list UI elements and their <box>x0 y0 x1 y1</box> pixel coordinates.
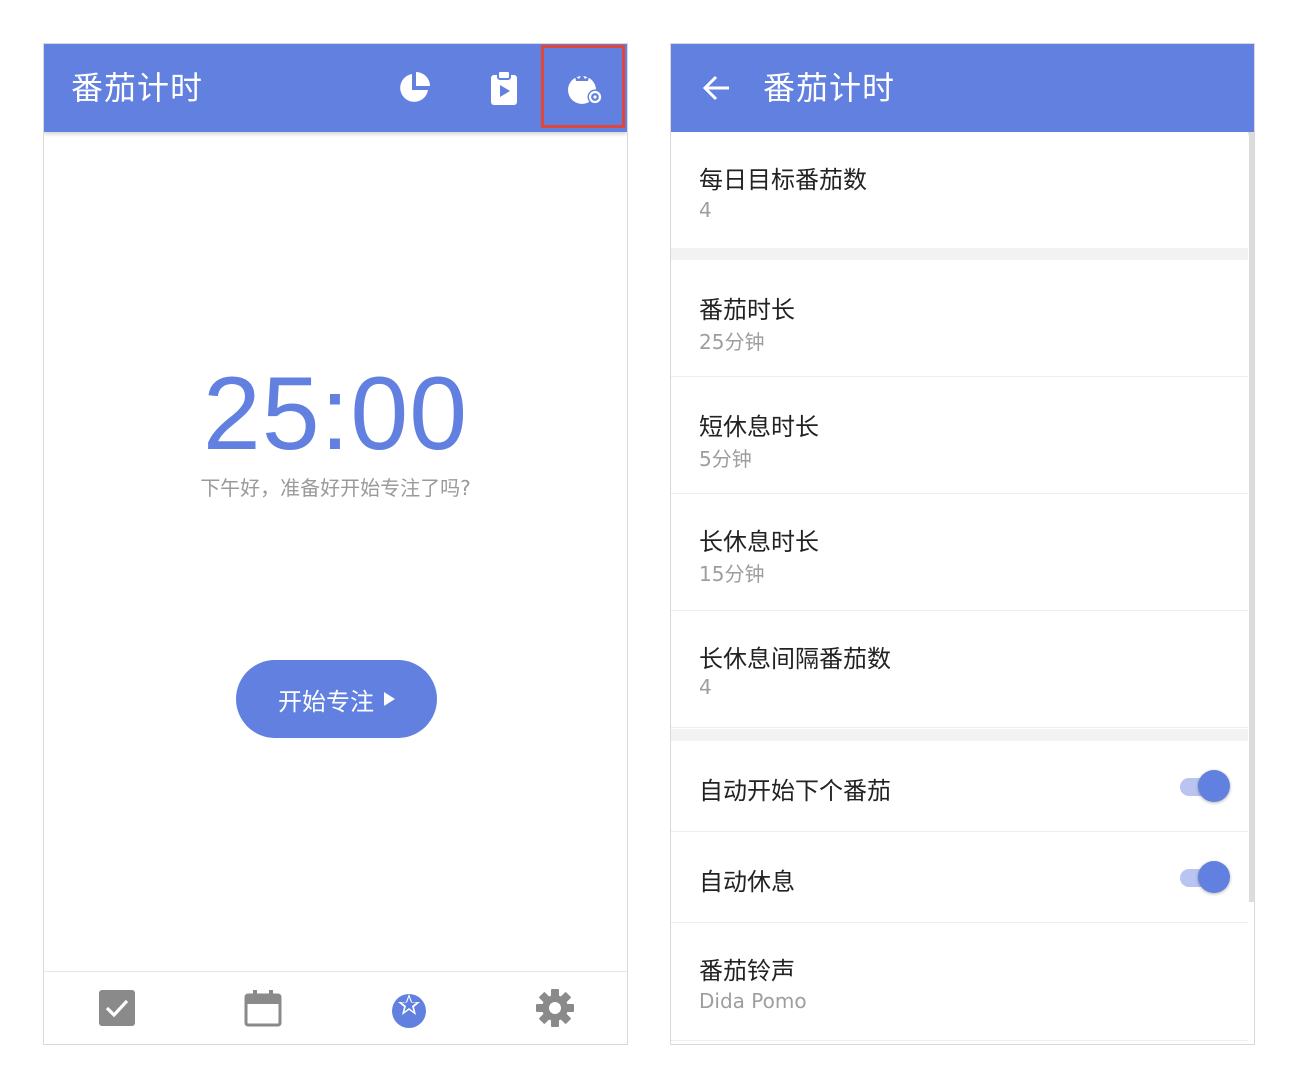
calendar-icon <box>244 990 282 1027</box>
statistics-button[interactable] <box>392 66 436 110</box>
gear-icon <box>536 989 574 1027</box>
clipboard-play-icon <box>491 70 517 105</box>
setting-value: 4 <box>699 198 712 222</box>
app-bar: 番茄计时 <box>44 44 627 132</box>
bottom-nav <box>44 971 627 1044</box>
app-bar: 番茄计时 <box>671 44 1254 132</box>
nav-tasks[interactable] <box>95 986 139 1030</box>
greeting-text: 下午好，准备好开始专注了吗? <box>200 476 471 500</box>
section-divider <box>671 729 1248 741</box>
setting-short-break[interactable]: 短休息时长 5分钟 <box>671 377 1248 494</box>
setting-ringtone[interactable]: 番茄铃声 Dida Pomo <box>671 923 1248 1041</box>
setting-label: 短休息时长 <box>699 413 819 441</box>
setting-value: 4 <box>699 675 712 699</box>
setting-value: Dida Pomo <box>699 989 807 1013</box>
setting-auto-start-next[interactable]: 自动开始下个番茄 <box>671 741 1248 832</box>
auto-break-toggle[interactable] <box>1178 860 1230 894</box>
back-arrow-icon <box>702 75 729 101</box>
play-icon <box>384 692 395 706</box>
toggle-knob <box>1198 770 1230 802</box>
page-title: 番茄计时 <box>763 69 896 107</box>
start-focus-button[interactable]: 开始专注 <box>236 660 437 738</box>
setting-pomo-duration[interactable]: 番茄时长 25分钟 <box>671 260 1248 377</box>
nav-pomodoro[interactable] <box>387 986 431 1030</box>
start-focus-label: 开始专注 <box>278 687 374 716</box>
page-title: 番茄计时 <box>71 69 204 107</box>
back-button[interactable] <box>695 66 739 110</box>
checkbox-icon <box>99 990 135 1026</box>
pie-chart-icon <box>400 72 430 102</box>
setting-value: 25分钟 <box>699 330 765 354</box>
setting-label: 长休息时长 <box>699 528 819 556</box>
setting-auto-break[interactable]: 自动休息 <box>671 832 1248 923</box>
timer-display: 25:00 <box>202 356 469 472</box>
tomato-icon <box>392 994 426 1028</box>
setting-label: 番茄铃声 <box>699 957 795 985</box>
setting-label: 番茄时长 <box>699 296 795 324</box>
nav-settings[interactable] <box>533 986 577 1030</box>
auto-start-toggle[interactable] <box>1178 769 1230 803</box>
setting-long-break[interactable]: 长休息时长 15分钟 <box>671 494 1248 611</box>
section-divider <box>671 248 1248 260</box>
setting-long-break-interval[interactable]: 长休息间隔番茄数 4 <box>671 611 1248 728</box>
setting-label: 自动开始下个番茄 <box>699 777 891 805</box>
settings-highlight-box <box>541 45 625 128</box>
settings-list: 每日目标番茄数 4 番茄时长 25分钟 短休息时长 5分钟 长休息时长 15分钟… <box>671 132 1254 1044</box>
scrollbar[interactable] <box>1249 132 1254 902</box>
nav-calendar[interactable] <box>241 986 285 1030</box>
setting-label: 每日目标番茄数 <box>699 166 867 194</box>
pomodoro-settings-screen: 番茄计时 每日目标番茄数 4 番茄时长 25分钟 短休息时长 5分钟 长休息时长… <box>670 43 1255 1045</box>
setting-label: 长休息间隔番茄数 <box>699 645 891 673</box>
setting-value: 5分钟 <box>699 447 752 471</box>
pomodoro-timer-screen: 番茄计时 25:00 下午好，准备好开始专注了吗? 开始专注 <box>43 43 628 1045</box>
records-button[interactable] <box>482 66 526 110</box>
toggle-knob <box>1198 861 1230 893</box>
setting-label: 自动休息 <box>699 868 795 896</box>
setting-daily-goal[interactable]: 每日目标番茄数 4 <box>671 132 1248 249</box>
setting-value: 15分钟 <box>699 562 765 586</box>
